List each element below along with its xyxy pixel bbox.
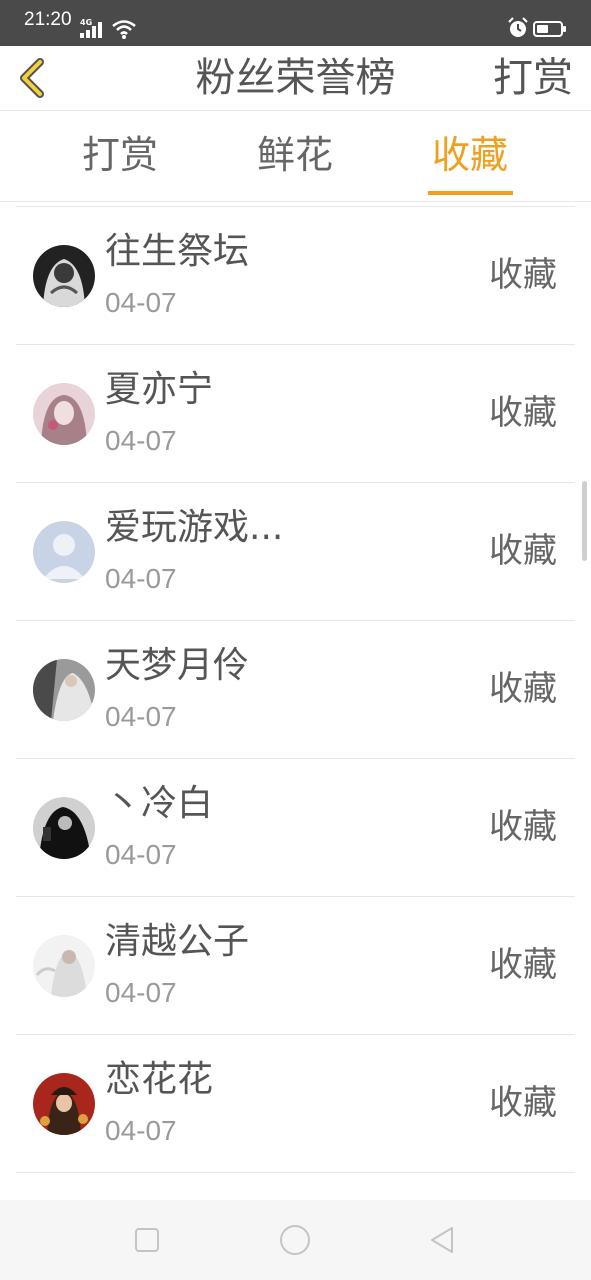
fan-list: 往生祭坛 04-07 收藏 夏亦宁 04-07 收藏 爱玩游戏... 04-07… bbox=[0, 207, 591, 1173]
avatar bbox=[33, 797, 95, 859]
fan-name: 天梦月伶 bbox=[105, 645, 250, 686]
battery-icon bbox=[533, 21, 566, 37]
signal-icon bbox=[80, 22, 102, 38]
list-item[interactable]: 夏亦宁 04-07 收藏 bbox=[16, 345, 575, 483]
fan-date: 04-07 bbox=[105, 701, 177, 732]
fan-date: 04-07 bbox=[105, 839, 177, 870]
avatar bbox=[33, 245, 95, 307]
status-time: 21:20 bbox=[24, 9, 72, 30]
back-icon[interactable] bbox=[422, 1220, 462, 1260]
tab-favorites[interactable]: 收藏 bbox=[410, 131, 530, 179]
favorite-label: 收藏 bbox=[489, 531, 557, 571]
fan-name: 往生祭坛 bbox=[105, 231, 250, 272]
status-bar: 21:20 4G bbox=[0, 0, 591, 46]
avatar bbox=[33, 659, 95, 721]
tab-flowers[interactable]: 鲜花 bbox=[235, 131, 355, 179]
avatar bbox=[33, 1073, 95, 1135]
favorite-label: 收藏 bbox=[489, 255, 557, 295]
favorite-label: 收藏 bbox=[489, 393, 557, 433]
tab-bar: 打赏 鲜花 收藏 bbox=[0, 111, 591, 202]
alarm-icon bbox=[508, 17, 528, 37]
fan-date: 04-07 bbox=[105, 977, 177, 1008]
avatar bbox=[33, 383, 95, 445]
scrollbar[interactable] bbox=[582, 481, 587, 561]
favorite-label: 收藏 bbox=[489, 669, 557, 709]
favorite-label: 收藏 bbox=[489, 807, 557, 847]
fan-name: 爱玩游戏... bbox=[105, 507, 284, 548]
favorite-label: 收藏 bbox=[489, 1083, 557, 1123]
active-tab-indicator bbox=[428, 191, 513, 195]
list-item[interactable]: 爱玩游戏... 04-07 收藏 bbox=[16, 483, 575, 621]
fan-name: 清越公子 bbox=[105, 921, 250, 962]
tab-tip[interactable]: 打赏 bbox=[60, 131, 180, 179]
list-item[interactable]: 丶冷白 04-07 收藏 bbox=[16, 759, 575, 897]
list-item[interactable]: 往生祭坛 04-07 收藏 bbox=[16, 207, 575, 345]
app-header: 粉丝荣誉榜 打赏 bbox=[0, 46, 591, 111]
fan-date: 04-07 bbox=[105, 1115, 177, 1146]
system-nav-bar bbox=[0, 1200, 591, 1280]
fan-date: 04-07 bbox=[105, 425, 177, 456]
fan-name: 恋花花 bbox=[105, 1059, 214, 1100]
fan-name: 夏亦宁 bbox=[105, 369, 214, 410]
list-item[interactable]: 天梦月伶 04-07 收藏 bbox=[16, 621, 575, 759]
fan-date: 04-07 bbox=[105, 287, 177, 318]
favorite-label: 收藏 bbox=[489, 945, 557, 985]
home-icon[interactable] bbox=[275, 1220, 315, 1260]
recent-apps-icon[interactable] bbox=[127, 1220, 167, 1260]
list-item[interactable]: 恋花花 04-07 收藏 bbox=[16, 1035, 575, 1173]
tip-button[interactable]: 打赏 bbox=[493, 54, 573, 102]
avatar bbox=[33, 935, 95, 997]
fan-name: 丶冷白 bbox=[105, 783, 214, 824]
wifi-icon bbox=[112, 20, 136, 39]
fan-date: 04-07 bbox=[105, 563, 177, 594]
list-item[interactable]: 清越公子 04-07 收藏 bbox=[16, 897, 575, 1035]
avatar bbox=[33, 521, 95, 583]
